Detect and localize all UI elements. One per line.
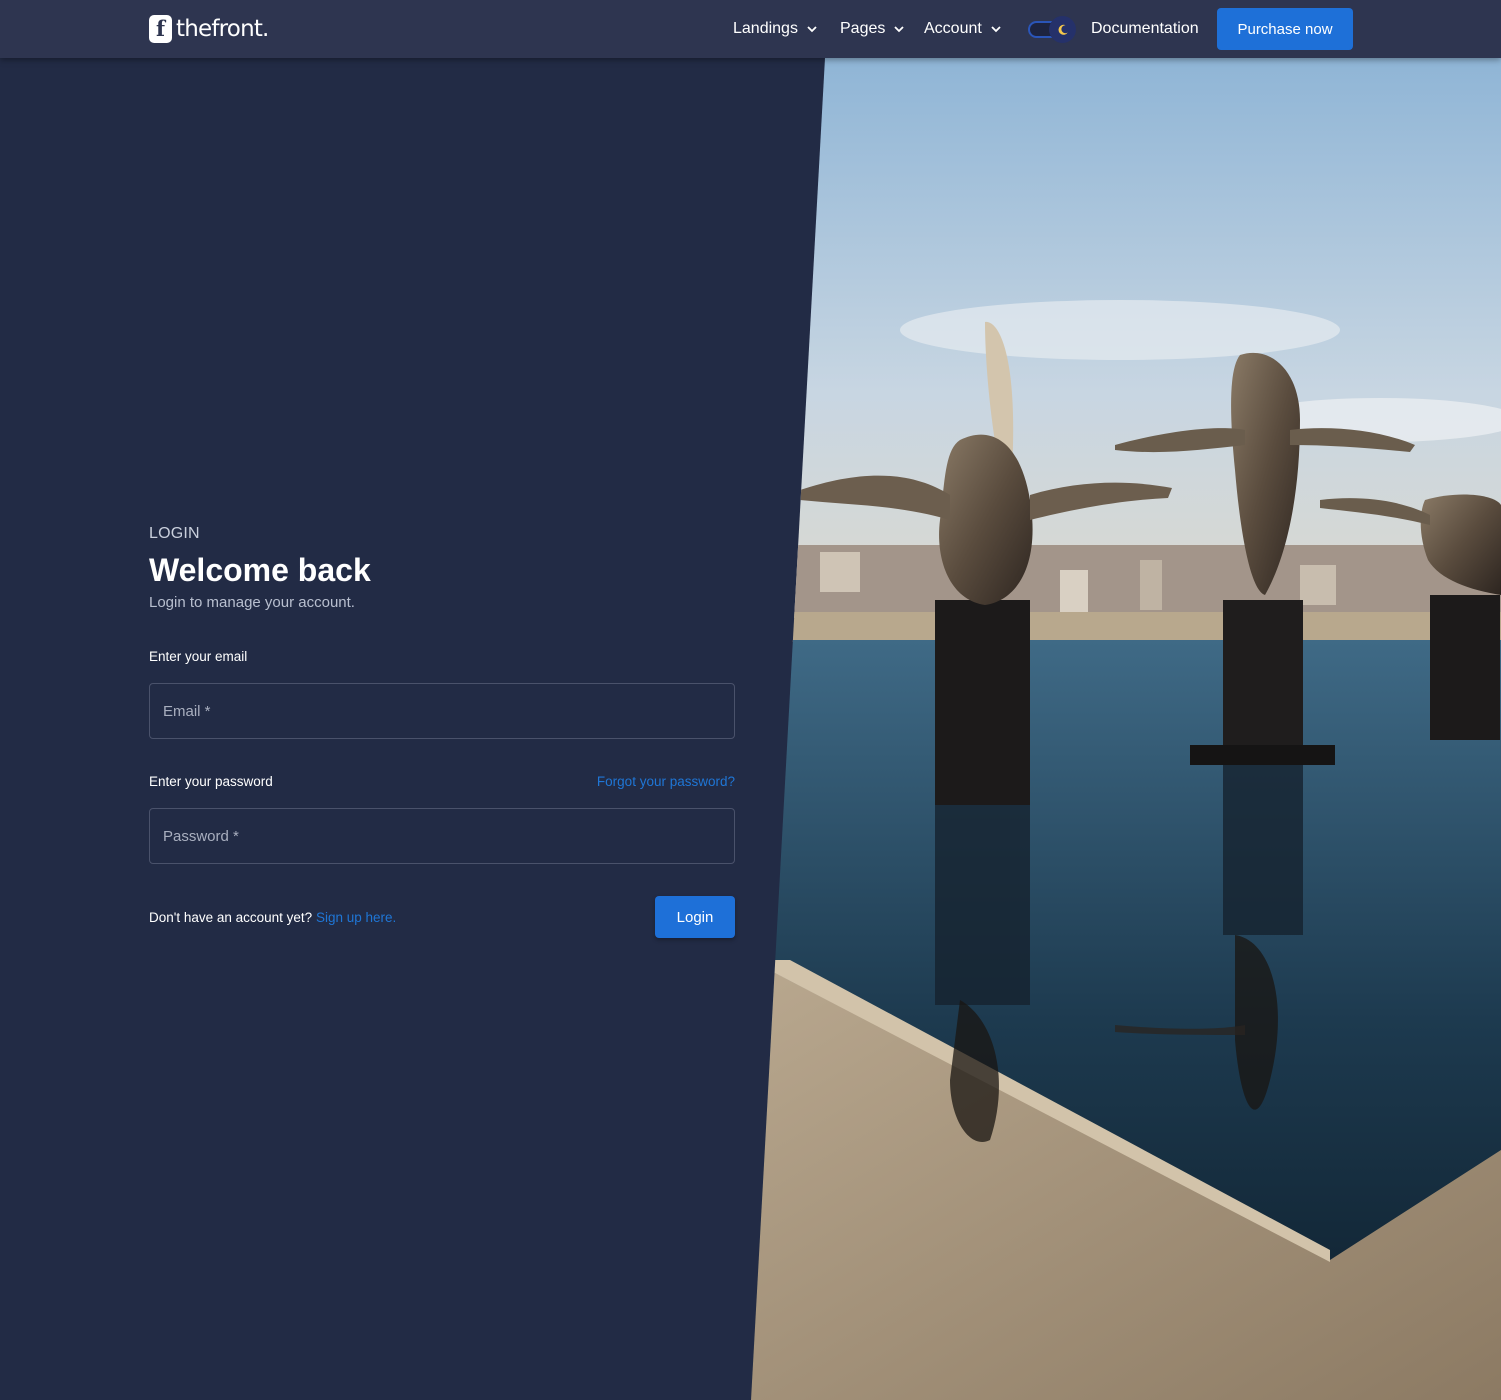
purchase-button[interactable]: Purchase now xyxy=(1217,8,1353,50)
page-title: Welcome back xyxy=(149,552,371,588)
signup-prompt-text: Don't have an account yet? xyxy=(149,910,316,925)
logo[interactable]: f thefront. xyxy=(149,15,269,43)
email-field[interactable] xyxy=(149,683,735,739)
chevron-down-icon xyxy=(806,23,818,35)
password-label: Enter your password xyxy=(149,774,273,789)
chevron-down-icon xyxy=(893,23,905,35)
nav-item-documentation[interactable]: Documentation xyxy=(1091,18,1199,40)
nav-item-landings[interactable]: Landings xyxy=(733,18,818,40)
password-field[interactable] xyxy=(149,808,735,864)
page-subtitle: Login to manage your account. xyxy=(149,594,355,611)
email-label: Enter your email xyxy=(149,649,248,664)
nav-item-label: Landings xyxy=(733,20,798,37)
form-eyebrow: LOGIN xyxy=(149,525,200,542)
login-button[interactable]: Login xyxy=(655,896,735,938)
logo-mark-icon: f xyxy=(149,15,172,43)
nav-item-account[interactable]: Account xyxy=(924,18,1002,40)
forgot-password-link[interactable]: Forgot your password? xyxy=(597,774,735,789)
navbar: f thefront. Landings Pages Account Docum… xyxy=(0,0,1501,58)
logo-text: thefront. xyxy=(176,16,269,42)
nav-item-label: Account xyxy=(924,20,982,37)
nav-item-label: Documentation xyxy=(1091,20,1199,37)
moon-icon xyxy=(1049,16,1076,43)
signup-link[interactable]: Sign up here. xyxy=(316,910,396,925)
nav-item-pages[interactable]: Pages xyxy=(840,18,905,40)
chevron-down-icon xyxy=(990,23,1002,35)
signup-prompt: Don't have an account yet? Sign up here. xyxy=(149,910,396,925)
theme-toggle[interactable] xyxy=(1026,15,1078,43)
nav-item-label: Pages xyxy=(840,20,886,37)
